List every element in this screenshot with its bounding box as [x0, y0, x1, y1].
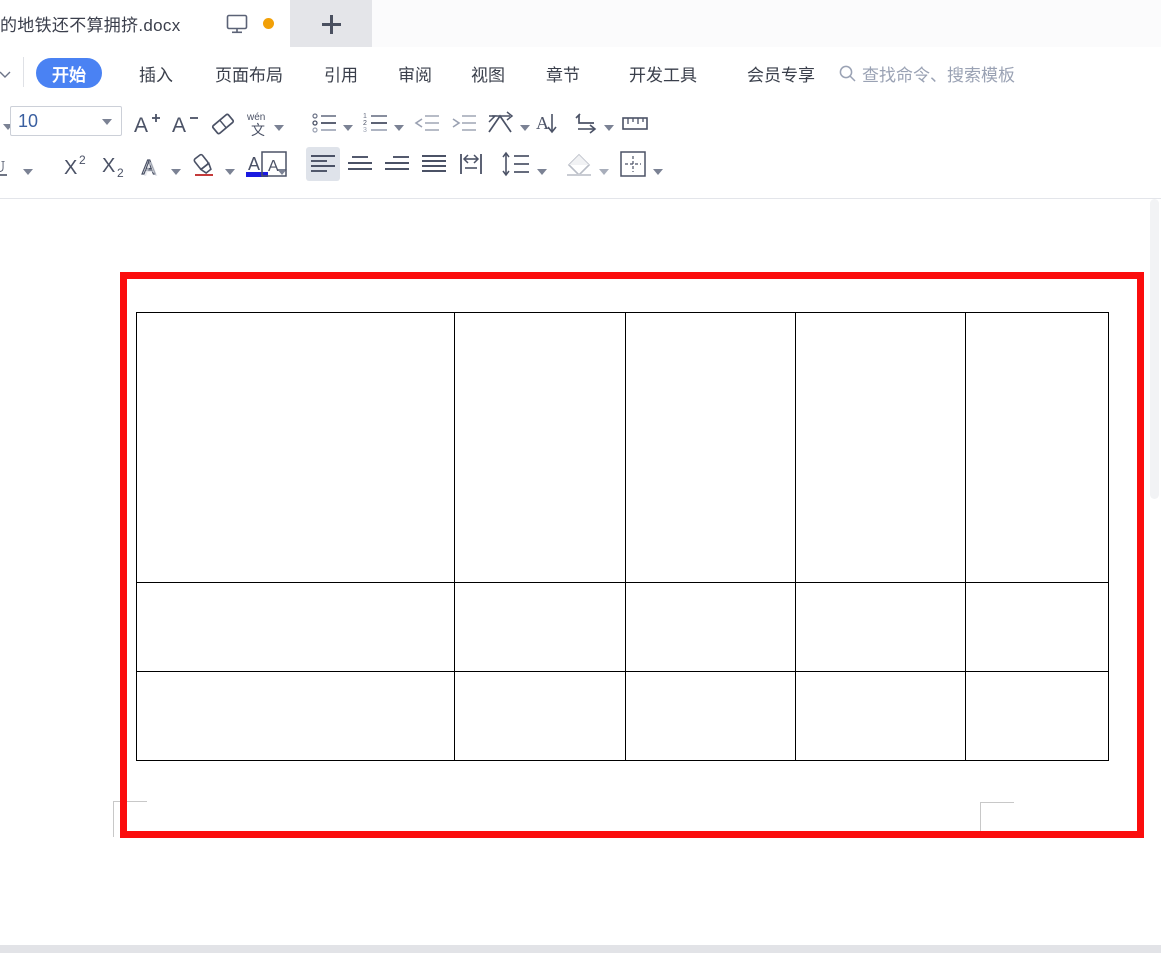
bullet-list-button[interactable]: [310, 106, 340, 140]
unsaved-indicator-dot: [263, 18, 274, 29]
document-tab-bar: 的地铁还不算拥挤.docx: [0, 0, 1161, 47]
scrollbar-thumb[interactable]: [1150, 199, 1159, 499]
svg-text:A: A: [144, 159, 158, 179]
wps-writer-window: 的地铁还不算拥挤.docx 开始 插入 页面布局 引用 审阅 视图 章节 开发工…: [0, 0, 1161, 953]
ribbon-tab-references-label: 引用: [324, 65, 358, 85]
svg-text:X: X: [102, 155, 115, 177]
text-effects-button[interactable]: A A: [138, 148, 170, 182]
grow-font-button[interactable]: A: [132, 106, 164, 140]
text-direction-button[interactable]: [486, 106, 518, 140]
font-size-value: 10: [18, 110, 39, 131]
command-search-box[interactable]: 查找命令、搜索模板: [838, 58, 1015, 88]
ribbon-tab-references[interactable]: 引用: [308, 58, 374, 88]
ribbon-tab-review-label: 审阅: [398, 65, 432, 85]
svg-text:U: U: [0, 157, 5, 176]
ribbon-tab-view[interactable]: 视图: [455, 58, 521, 88]
ribbon-tab-page-layout-label: 页面布局: [215, 65, 283, 85]
highlight-dropdown-caret[interactable]: [222, 155, 238, 189]
text-direction-dropdown-caret[interactable]: [517, 111, 533, 145]
ribbon-tab-section[interactable]: 章节: [530, 58, 596, 88]
bullet-list-dropdown-caret[interactable]: [340, 111, 356, 145]
svg-text:文: 文: [251, 122, 265, 138]
subscript-button[interactable]: X 2: [100, 148, 132, 182]
svg-text:3: 3: [363, 127, 367, 134]
svg-text:2: 2: [363, 120, 367, 127]
chevron-down-icon[interactable]: [0, 65, 14, 83]
align-justify-button[interactable]: [417, 147, 451, 181]
search-placeholder: 查找命令、搜索模板: [862, 65, 1015, 85]
red-highlight-annotation: [120, 272, 1144, 838]
home-ribbon-toolbar: 10 A A wén 文 1 2 3 A X 2 X 2 A A A A: [0, 100, 1161, 288]
svg-text:1: 1: [363, 113, 367, 120]
highlight-color-button[interactable]: [188, 148, 222, 182]
line-spacing-button[interactable]: [500, 147, 534, 181]
ribbon-tab-developer[interactable]: 开发工具: [604, 58, 722, 88]
status-bar: [0, 945, 1161, 953]
numbered-list-button[interactable]: 1 2 3: [361, 106, 391, 140]
ribbon-tab-strip: 开始 插入 页面布局 引用 审阅 视图 章节 开发工具 会员专享 查找命令、搜索…: [0, 47, 1161, 100]
ribbon-tab-page-layout[interactable]: 页面布局: [190, 58, 308, 88]
tab-bar-empty-area: [372, 0, 1161, 47]
decrease-indent-button[interactable]: [412, 106, 442, 140]
svg-text:A: A: [134, 114, 148, 137]
ribbon-tab-member-label: 会员专享: [747, 65, 815, 85]
ribbon-tab-insert-label: 插入: [139, 65, 173, 85]
ruler-button[interactable]: [619, 106, 651, 140]
character-box-button[interactable]: A: [257, 147, 291, 181]
ribbon-tab-view-label: 视图: [471, 65, 505, 85]
borders-dropdown-caret[interactable]: [650, 155, 666, 189]
borders-button[interactable]: [616, 147, 650, 181]
align-center-button[interactable]: [343, 147, 377, 181]
shrink-font-button[interactable]: A: [170, 106, 202, 140]
plus-icon: [321, 14, 341, 34]
numbered-list-dropdown-caret[interactable]: [391, 111, 407, 145]
formatting-marks-dropdown-caret[interactable]: [601, 111, 617, 145]
shading-button[interactable]: [562, 147, 596, 181]
sort-button[interactable]: A: [534, 106, 564, 140]
ribbon-tab-home-label: 开始: [52, 65, 86, 85]
svg-text:X: X: [64, 157, 77, 179]
shading-dropdown-caret[interactable]: [596, 155, 612, 189]
ribbon-tab-home[interactable]: 开始: [36, 58, 102, 88]
svg-text:A: A: [268, 158, 279, 175]
svg-text:A: A: [172, 114, 186, 137]
svg-text:A: A: [536, 113, 549, 133]
align-left-button[interactable]: [306, 147, 340, 181]
font-size-combo[interactable]: 10: [10, 106, 122, 136]
ribbon-tab-member[interactable]: 会员专享: [722, 58, 840, 88]
align-right-button[interactable]: [380, 147, 414, 181]
ribbon-tab-insert[interactable]: 插入: [123, 58, 189, 88]
ribbon-tab-review[interactable]: 审阅: [382, 58, 448, 88]
svg-text:2: 2: [117, 166, 124, 179]
underline-dropdown-caret[interactable]: [20, 155, 36, 189]
superscript-button[interactable]: X 2: [62, 148, 94, 182]
svg-text:2: 2: [79, 153, 86, 167]
underline-button[interactable]: U: [0, 150, 18, 184]
ribbon-tab-section-label: 章节: [546, 65, 580, 85]
show-formatting-marks-button[interactable]: [571, 106, 601, 140]
ribbon-tab-developer-label: 开发工具: [629, 65, 697, 85]
monitor-icon[interactable]: [226, 14, 248, 34]
document-page[interactable]: [0, 199, 1148, 945]
search-icon: [838, 64, 857, 83]
pinyin-dropdown-caret[interactable]: [271, 111, 287, 145]
document-tab-title: 的地铁还不算拥挤.docx: [0, 16, 181, 35]
increase-indent-button[interactable]: [449, 106, 479, 140]
distribute-text-button[interactable]: [454, 147, 488, 181]
document-canvas[interactable]: [0, 199, 1161, 945]
line-spacing-dropdown-caret[interactable]: [534, 155, 550, 189]
text-effects-dropdown-caret[interactable]: [168, 155, 184, 189]
ribbon-tab-divider: [23, 57, 24, 87]
new-tab-button[interactable]: [290, 0, 372, 47]
font-size-dropdown-caret[interactable]: [101, 118, 113, 126]
vertical-scrollbar[interactable]: [1148, 199, 1161, 945]
clear-formatting-eraser-icon[interactable]: [207, 106, 239, 140]
